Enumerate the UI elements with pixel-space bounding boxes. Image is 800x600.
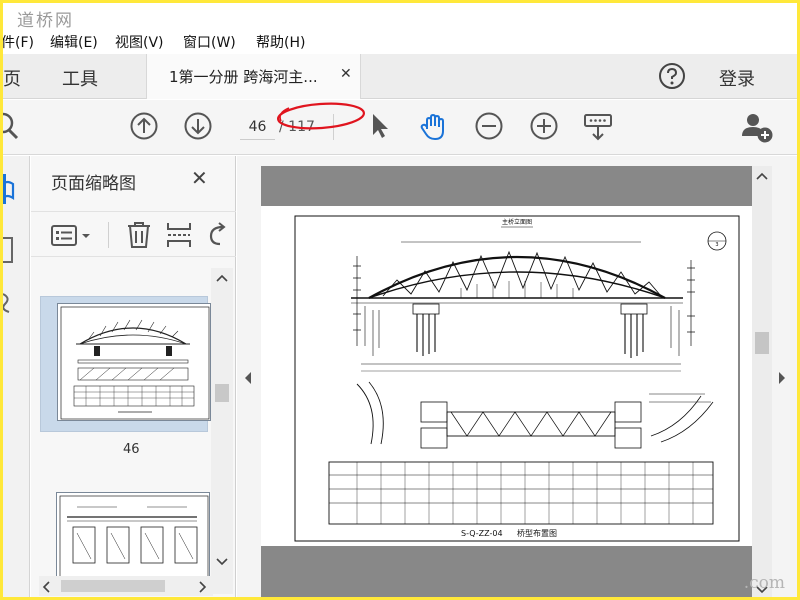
layers-icon[interactable] [3, 236, 17, 264]
thumbnails-close-icon[interactable]: ✕ [191, 166, 208, 190]
navigation-strip [3, 156, 30, 597]
thumbnail-page-number: 46 [123, 442, 140, 457]
thumbnail-options-icon[interactable] [51, 224, 93, 248]
panel-collapse-arrow-icon[interactable] [243, 371, 253, 385]
thumbnail-page-46[interactable] [40, 296, 211, 432]
delete-icon[interactable] [125, 220, 153, 250]
menu-edit[interactable]: 编辑(E) [50, 32, 98, 52]
menu-window[interactable]: 窗口(W) [183, 32, 236, 52]
document-page: 主桥立面图 3 S-Q-ZZ-04 桥型布置图 [261, 206, 757, 546]
thumbnail-page-47[interactable] [56, 492, 210, 578]
thumbnail-drawing [60, 306, 210, 420]
insert-page-icon[interactable] [165, 220, 193, 250]
drawing-title: 主桥立面图 [502, 218, 532, 226]
document-tab[interactable]: 1第一分册 跨海河主... ✕ [146, 54, 361, 99]
thumbnail-toolbar-divider [108, 222, 109, 248]
scroll-down-arrow-icon[interactable] [216, 558, 228, 566]
thumbnails-toolbar [31, 211, 236, 257]
scroll-right-arrow-icon[interactable] [199, 581, 207, 593]
scroll-left-arrow-icon[interactable] [42, 581, 50, 593]
page-up-icon[interactable] [129, 111, 159, 141]
rotate-icon[interactable] [207, 221, 229, 249]
bookmark-icon[interactable] [3, 178, 19, 202]
select-cursor-icon[interactable] [368, 111, 392, 141]
zoom-out-icon[interactable] [474, 111, 504, 141]
page-down-icon[interactable] [183, 111, 213, 141]
watermark-suffix: .com [743, 573, 785, 593]
thumbnail-list: 46 [31, 268, 236, 578]
scroll-thumb[interactable] [755, 332, 769, 354]
hand-tool-icon[interactable] [418, 111, 450, 143]
tab-tools[interactable]: 工具 [62, 65, 98, 91]
login-button[interactable]: 登录 [719, 65, 755, 91]
right-panel-expand-arrow-icon[interactable] [777, 371, 787, 385]
tab-home[interactable]: 主页 [3, 65, 21, 91]
tab-bar: 主页 工具 1第一分册 跨海河主... ✕ 登录 [3, 54, 797, 99]
drawing-name: 桥型布置图 [517, 528, 557, 538]
tab-close-icon[interactable]: ✕ [340, 66, 352, 82]
thumbnail-horizontal-scrollbar[interactable] [39, 576, 213, 596]
app-window: 道桥网 件(F) 编辑(E) 视图(V) 窗口(W) 帮助(H) 主页 工具 1… [3, 3, 797, 597]
scroll-thumb[interactable] [61, 580, 165, 592]
marquee-zoom-icon[interactable] [582, 111, 614, 143]
document-tab-label: 1第一分册 跨海河主... [169, 68, 318, 86]
attachment-icon[interactable] [3, 288, 17, 316]
document-vertical-scrollbar[interactable] [752, 166, 772, 597]
add-user-icon[interactable] [740, 111, 776, 145]
menu-view[interactable]: 视图(V) [115, 32, 164, 52]
search-icon[interactable] [3, 111, 23, 141]
red-circle-annotation [276, 102, 366, 130]
detail-marker-number: 3 [715, 242, 718, 248]
bridge-elevation-drawing: 主桥立面图 3 S-Q-ZZ-04 桥型布置图 [294, 215, 740, 542]
thumbnail-vertical-scrollbar[interactable] [211, 268, 233, 594]
menu-help[interactable]: 帮助(H) [256, 32, 305, 52]
thumbnails-title: 页面缩略图 [51, 174, 136, 194]
menu-file[interactable]: 件(F) [3, 32, 34, 52]
thumbnails-panel: 页面缩略图 ✕ 46 [31, 156, 236, 597]
document-viewport[interactable]: 主桥立面图 3 S-Q-ZZ-04 桥型布置图 [237, 156, 797, 597]
help-icon[interactable] [658, 62, 686, 90]
scroll-up-arrow-icon[interactable] [216, 274, 228, 282]
menu-bar: 件(F) 编辑(E) 视图(V) 窗口(W) 帮助(H) [3, 28, 797, 54]
toolbar: / 117 [3, 100, 797, 155]
page-number-input[interactable] [240, 114, 275, 140]
drawing-number: S-Q-ZZ-04 [461, 529, 503, 538]
scroll-up-arrow-icon[interactable] [756, 172, 768, 180]
thumbnail-drawing [59, 495, 209, 578]
zoom-in-icon[interactable] [529, 111, 559, 141]
scroll-thumb[interactable] [215, 384, 229, 402]
